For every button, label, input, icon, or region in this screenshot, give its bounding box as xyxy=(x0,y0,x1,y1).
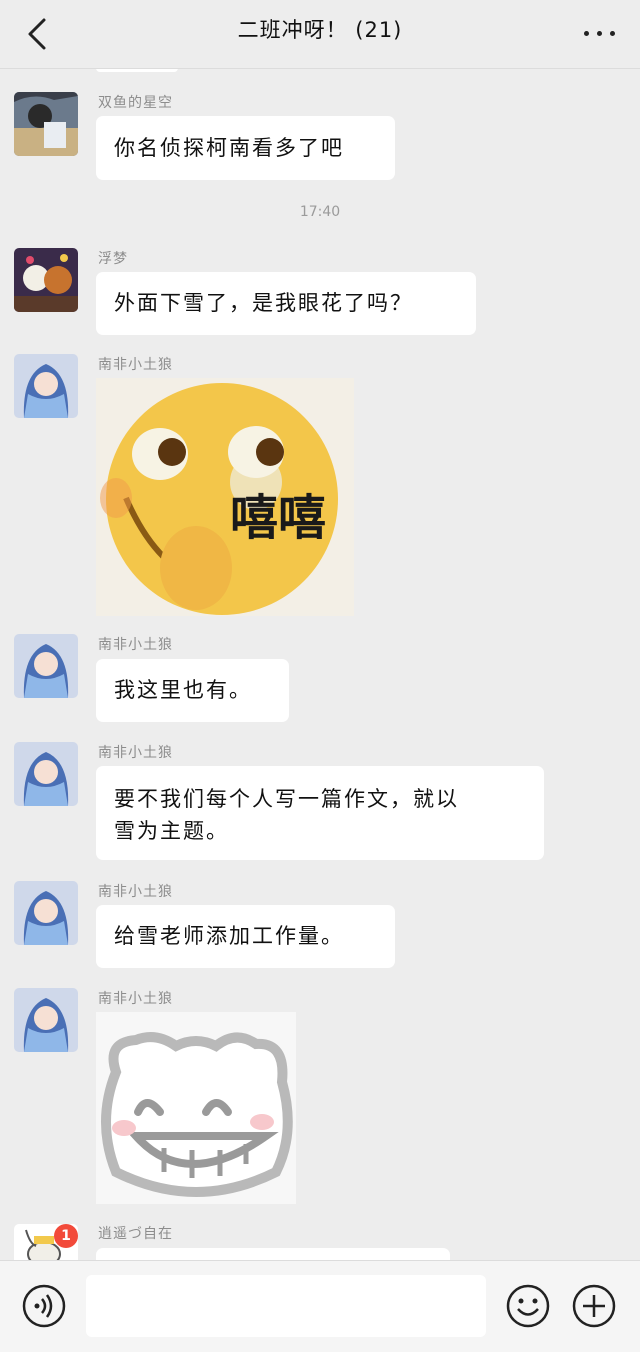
message-line: 要不我们每个人写一篇作文，就以 xyxy=(114,787,459,811)
avatar[interactable] xyxy=(14,354,78,418)
message-bubble[interactable]: 给雪老师添加工作量。 xyxy=(96,905,395,968)
chat-title: 二班冲呀！ (21) xyxy=(237,18,403,42)
sender-name: 南非小土狼 xyxy=(98,884,173,900)
message-bubble[interactable]: 你名侦探柯南看多了吧 xyxy=(96,116,395,180)
message-bubble[interactable]: 外面下雪了，是我眼花了吗？ xyxy=(96,272,476,335)
avatar[interactable] xyxy=(14,881,78,945)
avatar[interactable] xyxy=(14,988,78,1052)
message-input[interactable] xyxy=(86,1275,486,1337)
message-bubble[interactable]: 我这里也有。 xyxy=(96,659,289,722)
sender-name: 南非小土狼 xyxy=(98,357,173,373)
sender-name: 双鱼的星空 xyxy=(98,95,173,111)
sticker-caption: 嘻嘻 xyxy=(230,490,327,546)
plus-icon[interactable] xyxy=(572,1284,616,1328)
sender-name: 逍遥づ自在 xyxy=(98,1226,173,1242)
avatar[interactable] xyxy=(14,634,78,698)
message-bubble[interactable]: 要不我们每个人写一篇作文，就以 雪为主题。 xyxy=(96,766,544,860)
sticker-image[interactable]: 嘻嘻 xyxy=(96,378,354,616)
input-bar xyxy=(0,1260,640,1352)
sender-name: 南非小土狼 xyxy=(98,637,173,653)
avatar[interactable] xyxy=(14,742,78,806)
message-line: 雪为主题。 xyxy=(114,819,229,843)
avatar[interactable] xyxy=(14,92,78,156)
more-dots-icon[interactable] xyxy=(580,18,620,48)
avatar[interactable] xyxy=(14,248,78,312)
voice-icon[interactable] xyxy=(22,1284,66,1328)
sender-name: 南非小土狼 xyxy=(98,745,173,761)
sender-name: 南非小土狼 xyxy=(98,991,173,1007)
sender-name: 浮梦 xyxy=(98,251,128,267)
unread-badge: 1 xyxy=(54,1224,78,1248)
chat-header: 二班冲呀！ (21) xyxy=(0,0,640,69)
sticker-image[interactable] xyxy=(96,1012,296,1204)
timestamp: 17:40 xyxy=(299,204,341,220)
emoji-icon[interactable] xyxy=(506,1284,550,1328)
